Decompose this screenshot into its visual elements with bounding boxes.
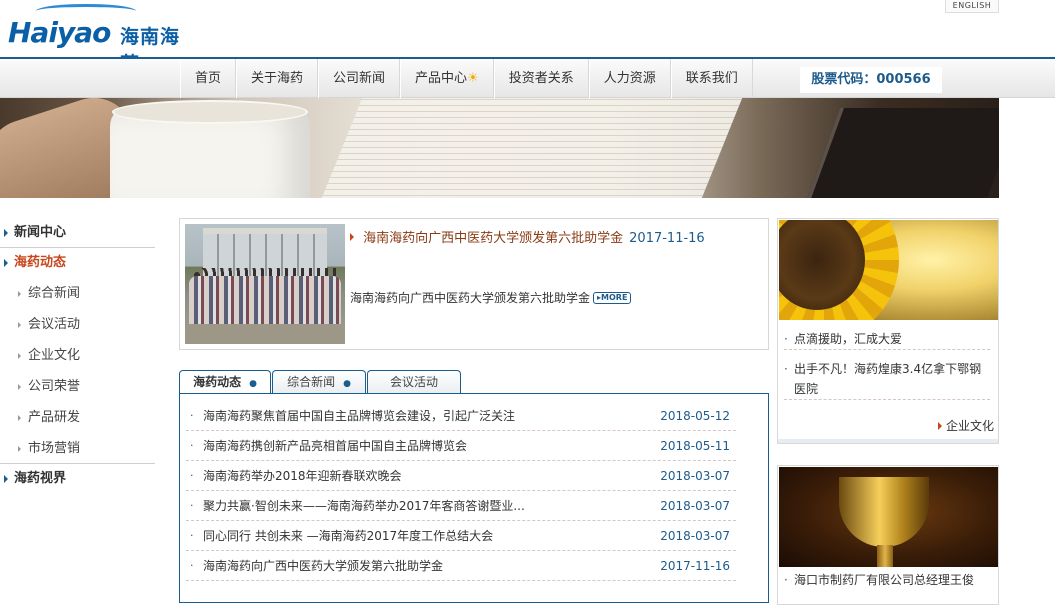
nav-label: 首页 — [195, 71, 222, 86]
nav-label: 关于海药 — [251, 71, 304, 86]
more-label: MORE — [601, 293, 628, 302]
factory-card: · 海口市制药厂有限公司总经理王俊 — [777, 465, 999, 605]
news-title: 海南海药携创新产品亮相首届中国自主品牌博览会 — [203, 439, 468, 453]
bullet-icon: · — [784, 332, 788, 346]
bullet-icon: · — [190, 409, 194, 422]
sidebar-subitem-meetings[interactable]: 会议活动 — [0, 309, 160, 340]
nav-item-home[interactable]: 首页 — [180, 59, 237, 98]
news-date: 2018-03-07 — [660, 469, 730, 483]
news-date: 2018-05-11 — [660, 439, 730, 453]
culture-item-text: 点滴援助，汇成大爱 — [794, 332, 903, 346]
trophy-photo[interactable] — [779, 467, 998, 567]
more-button[interactable]: ▸MORE — [593, 292, 632, 304]
list-item[interactable]: · 聚力共赢·智创未来——海南海药举办2017年客商答谢暨业... 2018-03-… — [186, 491, 736, 521]
list-item[interactable]: · 海口市制药厂有限公司总经理王俊 — [784, 570, 990, 590]
factory-item-text: 海口市制药厂有限公司总经理王俊 — [794, 573, 975, 587]
culture-card: · 点滴援助，汇成大爱 · 出手不凡！海药煌康3.4亿拿下鄂钢医院 企业文化 — [777, 218, 999, 444]
sidebar-item-haiyao-vision[interactable]: 海药视界 — [0, 464, 155, 494]
nav-item-news[interactable]: 公司新闻 — [318, 59, 401, 98]
bullet-icon: ● — [249, 379, 257, 389]
nav-label: 人力资源 — [603, 71, 656, 86]
news-date: 2018-03-07 — [660, 529, 730, 543]
cup-rim-graphic — [112, 100, 308, 124]
news-list: · 海南海药聚焦首届中国自主品牌博览会建设，引起广泛关注 2018-05-12 · 海… — [179, 393, 769, 603]
culture-more-link[interactable]: 企业文化 — [938, 417, 994, 434]
bullet-icon: · — [190, 529, 194, 542]
featured-news-date: 2017-11-16 — [629, 231, 705, 246]
haiyao-logo[interactable]: Haiyao 海南海药 — [8, 2, 198, 75]
card-footer-bar — [778, 439, 998, 443]
news-tabs: 海药动态 ● 综合新闻 ● 会议活动 — [179, 370, 462, 394]
featured-news-summary: 海南海药向广西中医药大学颁发第六批助学金 ▸MORE — [350, 289, 632, 306]
nav-item-about[interactable]: 关于海药 — [236, 59, 319, 98]
group-photo-graphic — [189, 276, 341, 324]
nav-item-investors[interactable]: 投资者关系 — [493, 59, 589, 98]
tab-meetings[interactable]: 会议活动 — [367, 370, 461, 394]
tab-label: 海药动态 — [193, 375, 242, 389]
sidebar-subitem-general-news[interactable]: 综合新闻 — [0, 278, 160, 309]
nav-item-contact[interactable]: 联系我们 — [670, 59, 753, 98]
site-header: Haiyao 海南海药 ENGLISH — [0, 0, 1055, 75]
nav-item-products[interactable]: 产品中心☀ — [400, 59, 494, 98]
featured-news-photo[interactable] — [185, 224, 345, 344]
list-item[interactable]: · 出手不凡！海药煌康3.4亿拿下鄂钢医院 — [784, 359, 990, 400]
tab-haiyao-news[interactable]: 海药动态 ● — [179, 370, 271, 394]
bullet-icon: · — [190, 559, 194, 572]
list-item[interactable]: · 海南海药向广西中医药大学颁发第六批助学金 2017-11-16 — [186, 551, 736, 581]
tab-label: 会议活动 — [389, 375, 438, 389]
sun-icon: ☀ — [467, 71, 479, 86]
ground-graphic — [185, 324, 345, 344]
bullet-icon: ● — [343, 379, 351, 389]
sidebar-item-haiyao-news[interactable]: 海药动态 — [0, 248, 155, 278]
bullet-icon: · — [190, 439, 194, 452]
list-item[interactable]: · 同心同行 共创未来 —海南海药2017年度工作总结大会 2018-03-07 — [186, 521, 736, 551]
nav-label: 公司新闻 — [333, 71, 386, 86]
list-item[interactable]: · 点滴援助，汇成大爱 — [784, 329, 990, 350]
english-language-button[interactable]: ENGLISH — [945, 0, 999, 13]
nav-label: 联系我们 — [685, 71, 738, 86]
newspaper-graphic — [313, 98, 747, 198]
logo-latin-text: Haiyao — [8, 16, 111, 49]
sunflower-photo[interactable] — [779, 220, 998, 320]
list-item[interactable]: · 海南海药携创新产品亮相首届中国自主品牌博览会 2018-05-11 — [186, 431, 736, 461]
featured-news-title[interactable]: 海南海药向广西中医药大学颁发第六批助学金 2017-11-16 — [350, 227, 705, 246]
sidebar-subitem-marketing[interactable]: 市场营销 — [0, 433, 155, 464]
news-title: 同心同行 共创未来 —海南海药2017年度工作总结大会 — [203, 529, 494, 543]
trophy-cup-graphic — [839, 477, 929, 547]
news-date: 2018-05-12 — [660, 409, 730, 423]
featured-news-card: 海南海药向广西中医药大学颁发第六批助学金 2017-11-16 海南海药向广西中医… — [179, 218, 769, 350]
laptop-graphic — [799, 108, 999, 198]
nav-label: 投资者关系 — [508, 71, 574, 86]
featured-title-text: 海南海药向广西中医药大学颁发第六批助学金 — [363, 231, 624, 246]
news-date: 2018-03-07 — [660, 499, 730, 513]
news-title: 聚力共赢·智创未来——海南海药举办2017年客商答谢暨业... — [203, 499, 525, 513]
sidebar-item-news-center[interactable]: 新闻中心 — [0, 218, 155, 248]
list-item[interactable]: · 海南海药聚焦首届中国自主品牌博览会建设，引起广泛关注 2018-05-12 — [186, 401, 736, 431]
sidebar-subitem-culture[interactable]: 企业文化 — [0, 340, 160, 371]
nav-item-hr[interactable]: 人力资源 — [588, 59, 671, 98]
list-item[interactable]: · 海南海药举办2018年迎新春联欢晚会 2018-03-07 — [186, 461, 736, 491]
news-title: 海南海药聚焦首届中国自主品牌博览会建设，引起广泛关注 — [203, 409, 516, 423]
trophy-stem-graphic — [877, 545, 893, 567]
featured-summary-text: 海南海药向广西中医药大学颁发第六批助学金 — [350, 291, 591, 305]
main-nav: 首页 关于海药 公司新闻 产品中心☀ 投资者关系 人力资源 联系我们 股票代码：… — [0, 59, 1055, 98]
stock-code-label: 股票代码：000566 — [800, 67, 942, 93]
tab-general-news[interactable]: 综合新闻 ● — [272, 370, 366, 394]
bullet-icon: · — [784, 573, 788, 587]
hero-banner-image — [0, 98, 999, 198]
tab-label: 综合新闻 — [287, 375, 336, 389]
culture-item-text: 出手不凡！海药煌康3.4亿拿下鄂钢医院 — [794, 362, 982, 396]
news-date: 2017-11-16 — [660, 559, 730, 573]
bullet-icon: · — [190, 499, 194, 512]
sidebar-subitem-honors[interactable]: 公司荣誉 — [0, 371, 160, 402]
bullet-icon: · — [784, 362, 788, 376]
news-title: 海南海药举办2018年迎新春联欢晚会 — [203, 469, 402, 483]
bullet-icon: · — [190, 469, 194, 482]
left-sidebar: 新闻中心 海药动态 综合新闻 会议活动 企业文化 公司荣誉 产品研发 市场营销 … — [0, 218, 160, 494]
nav-label: 产品中心 — [415, 71, 468, 86]
news-title: 海南海药向广西中医药大学颁发第六批助学金 — [203, 559, 444, 573]
sidebar-subitem-rnd[interactable]: 产品研发 — [0, 402, 160, 433]
news-tab-panel: 海药动态 ● 综合新闻 ● 会议活动 · 海南海药聚焦首届中国自主品牌博览会建设，引起… — [179, 370, 769, 603]
